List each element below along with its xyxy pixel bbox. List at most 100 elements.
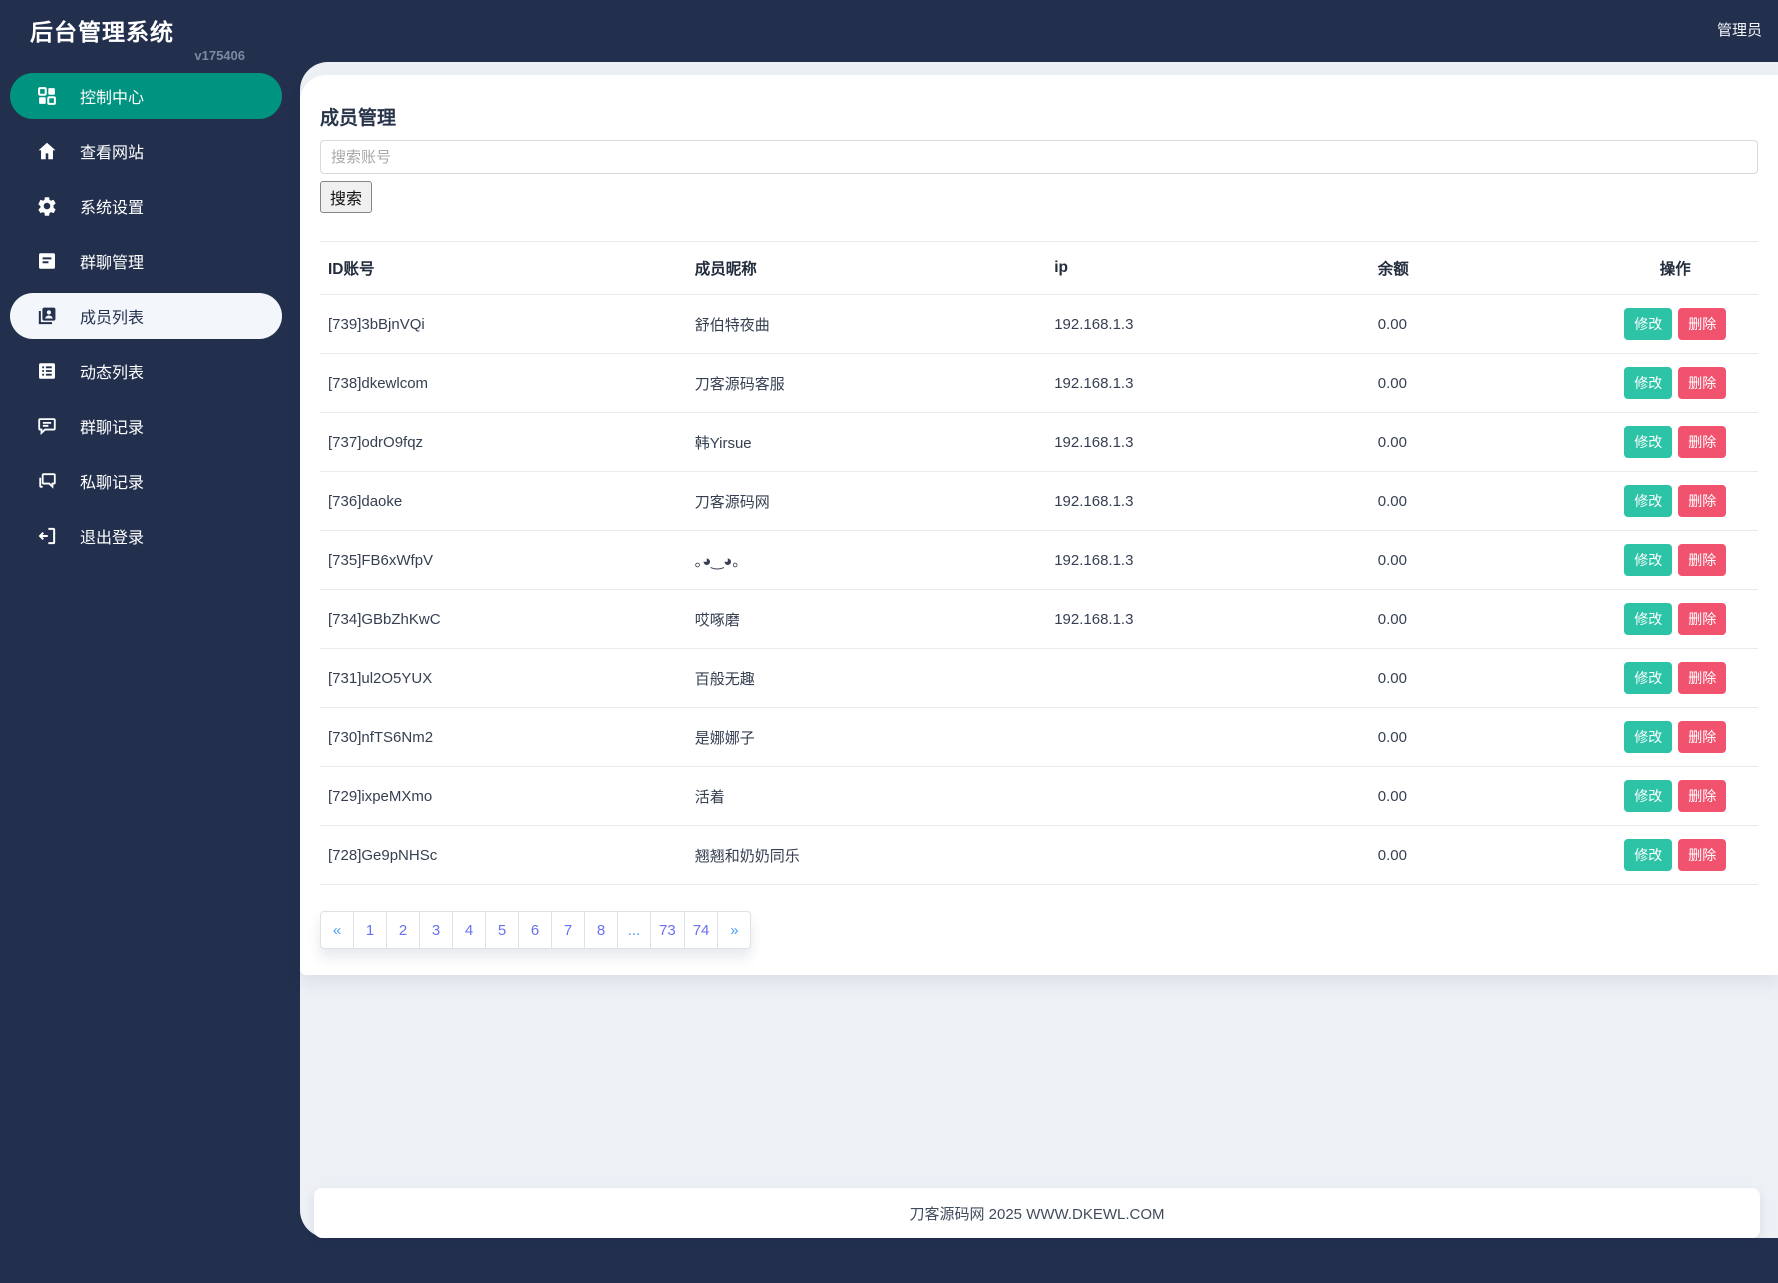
pagination: «1 2 3 4 5 6 7 8... 73 74» bbox=[320, 911, 752, 949]
table-row: [729]ixpeMXmo 活着 0.00 修改 删除 bbox=[320, 766, 1758, 826]
member-balance: 0.00 bbox=[1369, 825, 1593, 885]
edit-button[interactable]: 修改 bbox=[1624, 367, 1673, 399]
content-panel: 成员管理 搜索 ID账号 成员昵称 ip 余额 操作 [739]3bBjnVQi… bbox=[300, 62, 1778, 1238]
pagination-page-4[interactable]: 4 bbox=[452, 911, 486, 949]
delete-button[interactable]: 删除 bbox=[1678, 603, 1727, 635]
member-balance: 0.00 bbox=[1369, 294, 1593, 354]
member-id: [729]ixpeMXmo bbox=[320, 766, 687, 826]
member-id: [738]dkewlcom bbox=[320, 353, 687, 413]
pagination-next[interactable]: » bbox=[717, 911, 752, 949]
member-id: [728]Ge9pNHSc bbox=[320, 825, 687, 885]
delete-button[interactable]: 删除 bbox=[1678, 662, 1727, 694]
pagination-ellipsis: ... bbox=[617, 911, 651, 949]
member-nickname: 刀客源码网 bbox=[686, 471, 1047, 531]
row-actions: 修改 删除 bbox=[1592, 707, 1758, 767]
header-balance: 余额 bbox=[1369, 241, 1593, 295]
edit-button[interactable]: 修改 bbox=[1624, 780, 1673, 812]
edit-button[interactable]: 修改 bbox=[1624, 426, 1673, 458]
sidebar-item-member-list[interactable]: 成员列表 bbox=[10, 293, 282, 339]
page-title: 成员管理 bbox=[320, 108, 397, 129]
sidebar-item-group-chat-log[interactable]: 群聊记录 bbox=[10, 403, 282, 449]
member-ip bbox=[1046, 766, 1370, 826]
delete-button[interactable]: 删除 bbox=[1678, 544, 1727, 576]
member-table: ID账号 成员昵称 ip 余额 操作 [739]3bBjnVQi 舒伯特夜曲 192… bbox=[320, 241, 1758, 885]
sidebar-item-group-chat-manage[interactable]: 群聊管理 bbox=[10, 238, 282, 284]
table-row: [728]Ge9pNHSc 翘翘和奶奶同乐 0.00 修改 删除 bbox=[320, 825, 1758, 885]
row-actions: 修改 删除 bbox=[1592, 530, 1758, 590]
table-row: [739]3bBjnVQi 舒伯特夜曲 192.168.1.3 0.00 修改 删除 bbox=[320, 294, 1758, 354]
member-id: [739]3bBjnVQi bbox=[320, 294, 687, 354]
delete-button[interactable]: 删除 bbox=[1678, 308, 1727, 340]
row-actions: 修改 删除 bbox=[1592, 766, 1758, 826]
sidebar-item-label: 查看网站 bbox=[80, 145, 145, 162]
pagination-page-5[interactable]: 5 bbox=[485, 911, 519, 949]
member-nickname: 翘翘和奶奶同乐 bbox=[686, 825, 1047, 885]
member-management-card: 成员管理 搜索 ID账号 成员昵称 ip 余额 操作 [739]3bBjnVQi… bbox=[300, 75, 1778, 975]
table-row: [735]FB6xWfpV ｡◕‿◕｡ 192.168.1.3 0.00 修改 删除 bbox=[320, 530, 1758, 590]
member-nickname: 百般无趣 bbox=[686, 648, 1047, 708]
member-ip: 192.168.1.3 bbox=[1046, 294, 1370, 354]
sidebar-item-label: 私聊记录 bbox=[80, 475, 145, 492]
pagination-page-8[interactable]: 8 bbox=[584, 911, 618, 949]
pagination-page-73[interactable]: 73 bbox=[650, 911, 685, 949]
member-nickname: 韩Yirsue bbox=[686, 412, 1047, 472]
search-input[interactable] bbox=[320, 140, 1758, 174]
doc-lines-icon bbox=[36, 250, 58, 272]
grid-icon bbox=[36, 85, 58, 107]
edit-button[interactable]: 修改 bbox=[1624, 308, 1673, 340]
pagination-page-1[interactable]: 1 bbox=[353, 911, 387, 949]
pagination-page-3[interactable]: 3 bbox=[419, 911, 453, 949]
pagination-page-7[interactable]: 7 bbox=[551, 911, 585, 949]
user-menu[interactable]: 管理员 bbox=[1717, 19, 1762, 40]
edit-button[interactable]: 修改 bbox=[1624, 662, 1673, 694]
sidebar-item-private-chat-log[interactable]: 私聊记录 bbox=[10, 458, 282, 504]
chat-lines-icon bbox=[36, 415, 58, 437]
table-row: [731]ul2O5YUX 百般无趣 0.00 修改 删除 bbox=[320, 648, 1758, 708]
home-icon bbox=[36, 140, 58, 162]
delete-button[interactable]: 删除 bbox=[1678, 721, 1727, 753]
app-logo: 后台管理系统 v175406 bbox=[30, 13, 245, 63]
member-ip: 192.168.1.3 bbox=[1046, 530, 1370, 590]
sidebar-item-label: 退出登录 bbox=[80, 530, 145, 547]
table-row: [736]daoke 刀客源码网 192.168.1.3 0.00 修改 删除 bbox=[320, 471, 1758, 531]
delete-button[interactable]: 删除 bbox=[1678, 367, 1727, 399]
delete-button[interactable]: 删除 bbox=[1678, 426, 1727, 458]
table-row: [738]dkewlcom 刀客源码客服 192.168.1.3 0.00 修改 删除 bbox=[320, 353, 1758, 413]
search-button[interactable]: 搜索 bbox=[320, 181, 373, 213]
delete-button[interactable]: 删除 bbox=[1678, 839, 1727, 871]
member-id: [735]FB6xWfpV bbox=[320, 530, 687, 590]
sidebar-item-label: 系统设置 bbox=[80, 200, 145, 217]
table-row: [737]odrO9fqz 韩Yirsue 192.168.1.3 0.00 修改 删除 bbox=[320, 412, 1758, 472]
sidebar-item-logout[interactable]: 退出登录 bbox=[10, 513, 282, 559]
member-nickname: 活着 bbox=[686, 766, 1047, 826]
member-ip: 192.168.1.3 bbox=[1046, 589, 1370, 649]
member-ip bbox=[1046, 825, 1370, 885]
sidebar-item-control-center[interactable]: 控制中心 bbox=[10, 73, 282, 119]
delete-button[interactable]: 删除 bbox=[1678, 485, 1727, 517]
app-title: 后台管理系统 bbox=[30, 19, 174, 45]
delete-button[interactable]: 删除 bbox=[1678, 780, 1727, 812]
edit-button[interactable]: 修改 bbox=[1624, 485, 1673, 517]
member-ip bbox=[1046, 707, 1370, 767]
member-nickname: 哎啄磨 bbox=[686, 589, 1047, 649]
member-card-icon bbox=[36, 305, 58, 327]
member-balance: 0.00 bbox=[1369, 353, 1593, 413]
member-ip bbox=[1046, 648, 1370, 708]
sidebar-item-view-site[interactable]: 查看网站 bbox=[10, 128, 282, 174]
pagination-page-6[interactable]: 6 bbox=[518, 911, 552, 949]
edit-button[interactable]: 修改 bbox=[1624, 839, 1673, 871]
row-actions: 修改 删除 bbox=[1592, 353, 1758, 413]
list-grid-icon bbox=[36, 360, 58, 382]
edit-button[interactable]: 修改 bbox=[1624, 544, 1673, 576]
member-nickname: ｡◕‿◕｡ bbox=[686, 530, 1047, 590]
pagination-page-2[interactable]: 2 bbox=[386, 911, 420, 949]
sidebar-item-feed-list[interactable]: 动态列表 bbox=[10, 348, 282, 394]
pagination-page-74[interactable]: 74 bbox=[683, 911, 719, 949]
app-version: v175406 bbox=[194, 48, 245, 63]
edit-button[interactable]: 修改 bbox=[1624, 603, 1673, 635]
sidebar-item-system-settings[interactable]: 系统设置 bbox=[10, 183, 282, 229]
row-actions: 修改 删除 bbox=[1592, 648, 1758, 708]
header-id: ID账号 bbox=[320, 241, 687, 295]
edit-button[interactable]: 修改 bbox=[1624, 721, 1673, 753]
pagination-prev[interactable]: « bbox=[320, 911, 354, 949]
